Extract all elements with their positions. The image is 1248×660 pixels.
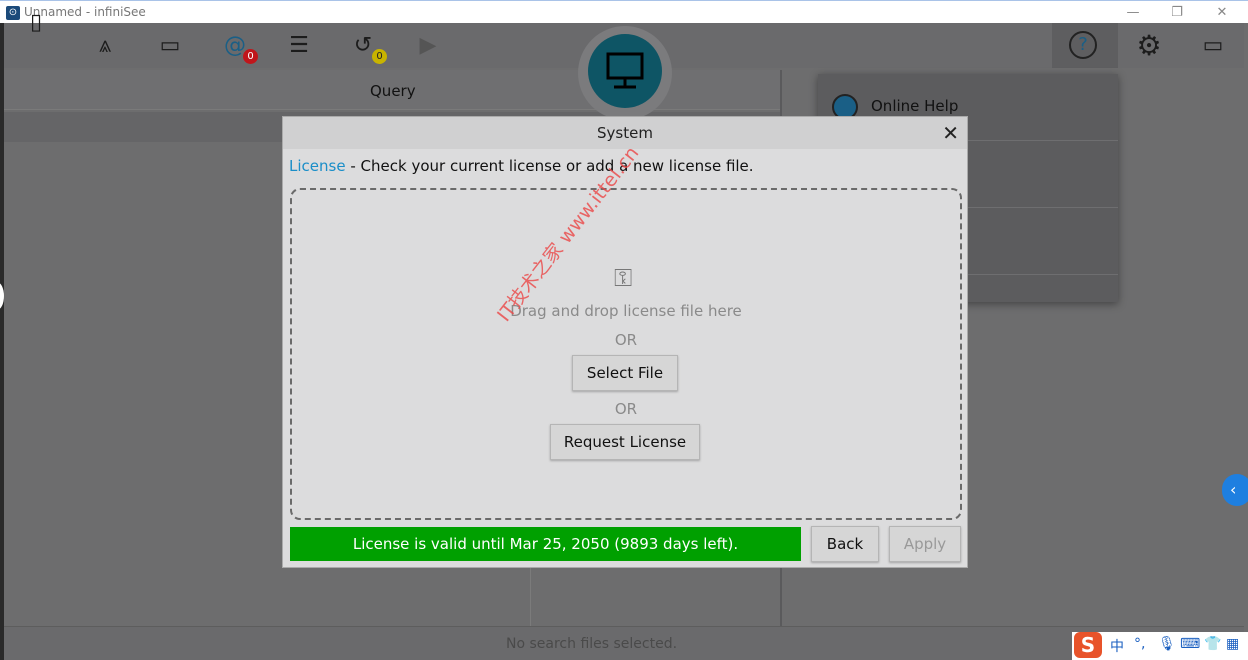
or-text: OR [614,331,638,349]
skin-icon[interactable]: 👕 [1204,636,1221,652]
app-logo-icon: ⊙ [6,6,20,20]
spiral-badge: 0 [243,49,258,64]
monitor-settings-icon[interactable]: ▭ [1198,31,1228,61]
license-dropzone[interactable]: ⚿ Drag and drop license file here OR Sel… [290,188,962,520]
monitor-icon [606,52,644,89]
toolbox-icon[interactable]: ▦ [1226,636,1239,652]
license-status: License is valid until Mar 25, 2050 (989… [290,527,801,561]
dialog-title: System [597,124,653,142]
request-license-button[interactable]: Request License [550,424,700,460]
status-text: No search files selected. [506,636,678,652]
collapse-sidebar-button[interactable]: ‹ [1222,474,1248,506]
chinese-mode-icon[interactable]: 中 [1110,636,1124,656]
title-bar: ⊙ Unnamed - infiniSee — ❐ ✕ [0,0,1248,23]
keyboard-icon[interactable]: ⌨ [1180,636,1200,652]
sogou-logo-icon[interactable]: S [1074,632,1102,658]
back-button[interactable]: Back [811,526,879,562]
play-icon[interactable]: ▶ [413,31,443,61]
minimize-button[interactable]: — [1118,3,1148,23]
document-icon[interactable]: ▯ [21,8,51,38]
id-card-icon[interactable]: ▭ [155,31,185,61]
sliders-icon[interactable]: ☰ [284,31,314,61]
separator: - [350,157,356,175]
key-icon: ⚿ [614,264,633,292]
drop-text: Drag and drop license file here [510,302,742,320]
monitor-button[interactable] [578,26,672,120]
section-label: License [289,157,346,175]
maximize-button[interactable]: ❐ [1162,3,1192,23]
query-header: Query [370,82,416,100]
microphone-icon[interactable]: 🎙 [1158,636,1176,652]
history-badge: 0 [372,49,387,64]
description-text: Check your current license or add a new … [360,157,754,175]
compass-icon[interactable]: ⩓ [90,31,120,61]
close-window-button[interactable]: ✕ [1207,3,1237,23]
punctuation-icon[interactable]: °, [1134,636,1145,652]
ime-toolbar: S 中 °, 🎙 ⌨ 👕 ▦ [1072,632,1248,660]
menu-item-label: Online Help [871,97,959,115]
select-file-button[interactable]: Select File [572,355,678,391]
apply-button[interactable]: Apply [889,526,961,562]
help-icon[interactable]: ? [1069,31,1097,59]
or-text: OR [614,400,638,418]
system-dialog: System ✕ License - Check your current li… [282,116,968,568]
gear-icon[interactable]: ⚙ [1134,31,1164,61]
status-bar: No search files selected. [4,626,1244,660]
license-description: License - Check your current license or … [289,157,754,175]
close-icon[interactable]: ✕ [942,121,959,145]
